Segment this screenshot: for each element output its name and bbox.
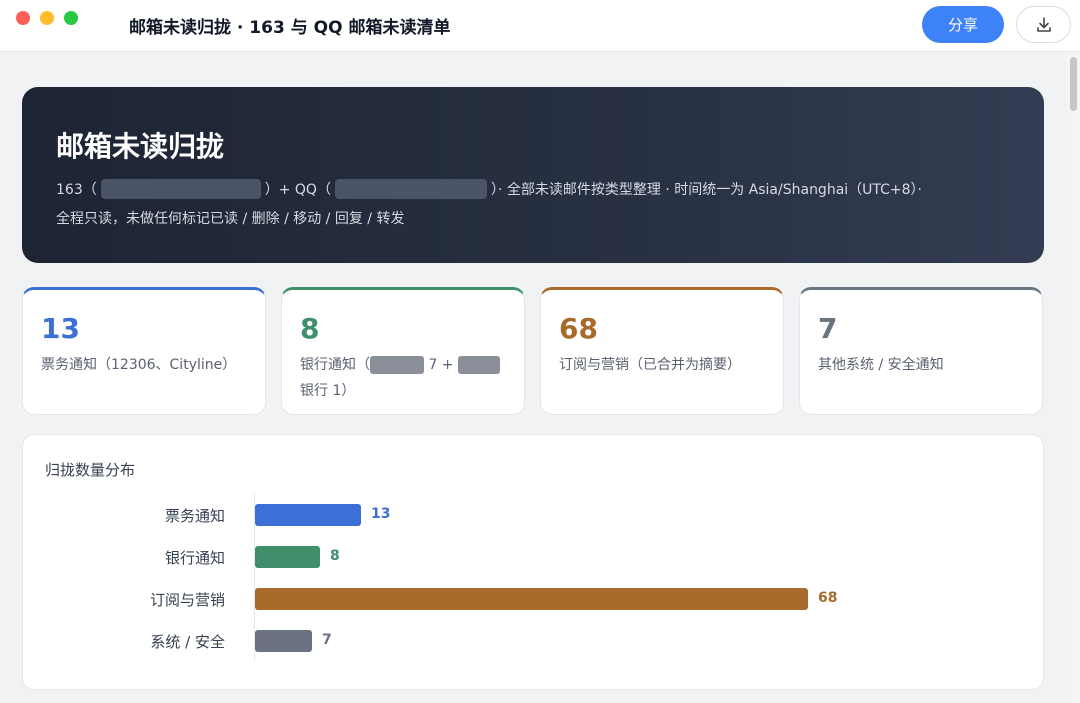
chart-title: 归拢数量分布 bbox=[45, 461, 136, 479]
redacted-qq-address bbox=[334, 179, 487, 199]
stat-label-part: 7 + bbox=[428, 357, 458, 373]
scrollbar-thumb[interactable] bbox=[1070, 57, 1077, 111]
bar-category-label: 订阅与营销 bbox=[149, 591, 225, 609]
title-bar: 邮箱未读归拢 · 163 与 QQ 邮箱未读清单 分享 bbox=[0, 0, 1080, 52]
stat-card-tickets: 13 票务通知（12306、Cityline） bbox=[22, 287, 266, 415]
stat-value: 8 bbox=[300, 312, 320, 345]
stat-label: 银行通知（ 7 + 银行 1） bbox=[300, 352, 512, 404]
scrollbar[interactable] bbox=[1066, 52, 1080, 703]
window-title: 邮箱未读归拢 · 163 与 QQ 邮箱未读清单 bbox=[129, 18, 451, 38]
bar bbox=[255, 630, 312, 652]
stat-card-system: 7 其他系统 / 安全通知 bbox=[799, 287, 1043, 415]
bar-value-label: 68 bbox=[818, 590, 838, 606]
hero-description-line2: 全程只读，未做任何标记已读 / 删除 / 移动 / 回复 / 转发 bbox=[56, 211, 405, 227]
stat-label: 票务通知（12306、Cityline） bbox=[41, 357, 237, 373]
stat-label-part: 银行 1） bbox=[300, 383, 356, 399]
share-button[interactable]: 分享 bbox=[922, 6, 1004, 43]
redacted-bank-name bbox=[370, 356, 424, 374]
stat-value: 13 bbox=[41, 312, 80, 345]
bar bbox=[255, 546, 320, 568]
stat-label: 订阅与营销（已合并为摘要） bbox=[559, 357, 741, 373]
hero-text-qq: ）+ QQ（ bbox=[264, 182, 331, 198]
maximize-window-button[interactable] bbox=[64, 11, 78, 25]
bar-value-label: 8 bbox=[330, 548, 340, 564]
hero-text-summary: ）· 全部未读邮件按类型整理 · 时间统一为 Asia/Shanghai（UTC… bbox=[490, 182, 923, 198]
stat-card-bank: 8 银行通知（ 7 + 银行 1） bbox=[281, 287, 525, 415]
hero-text-163: 163（ bbox=[56, 182, 97, 198]
redacted-bank-name bbox=[458, 356, 500, 374]
stat-label: 其他系统 / 安全通知 bbox=[818, 357, 944, 373]
bar-value-label: 7 bbox=[322, 632, 332, 648]
hero-description-line1: 163（ ）+ QQ（ ）· 全部未读邮件按类型整理 · 时间统一为 Asia/… bbox=[56, 179, 922, 199]
redacted-163-address bbox=[100, 179, 261, 199]
stat-card-subscriptions: 68 订阅与营销（已合并为摘要） bbox=[540, 287, 784, 415]
bar bbox=[255, 504, 361, 526]
hero-title: 邮箱未读归拢 bbox=[56, 130, 225, 163]
bar-category-label: 银行通知 bbox=[164, 549, 225, 567]
bar-value-label: 13 bbox=[371, 506, 391, 522]
close-window-button[interactable] bbox=[16, 11, 30, 25]
hero-banner: 邮箱未读归拢 163（ ）+ QQ（ ）· 全部未读邮件按类型整理 · 时间统一… bbox=[22, 87, 1044, 263]
download-button[interactable] bbox=[1016, 6, 1071, 43]
bar-category-label: 票务通知 bbox=[164, 507, 225, 525]
stat-label-part: 银行通知（ bbox=[300, 357, 370, 373]
download-icon bbox=[1036, 16, 1051, 32]
bar bbox=[255, 588, 808, 610]
stat-value: 7 bbox=[818, 312, 838, 345]
bar-category-label: 系统 / 安全 bbox=[150, 633, 225, 651]
stat-value: 68 bbox=[559, 312, 598, 345]
distribution-chart: 归拢数量分布 票务通知 13 银行通知 8 订阅与营销 68 系统 / 安全 7 bbox=[22, 434, 1044, 690]
minimize-window-button[interactable] bbox=[40, 11, 54, 25]
